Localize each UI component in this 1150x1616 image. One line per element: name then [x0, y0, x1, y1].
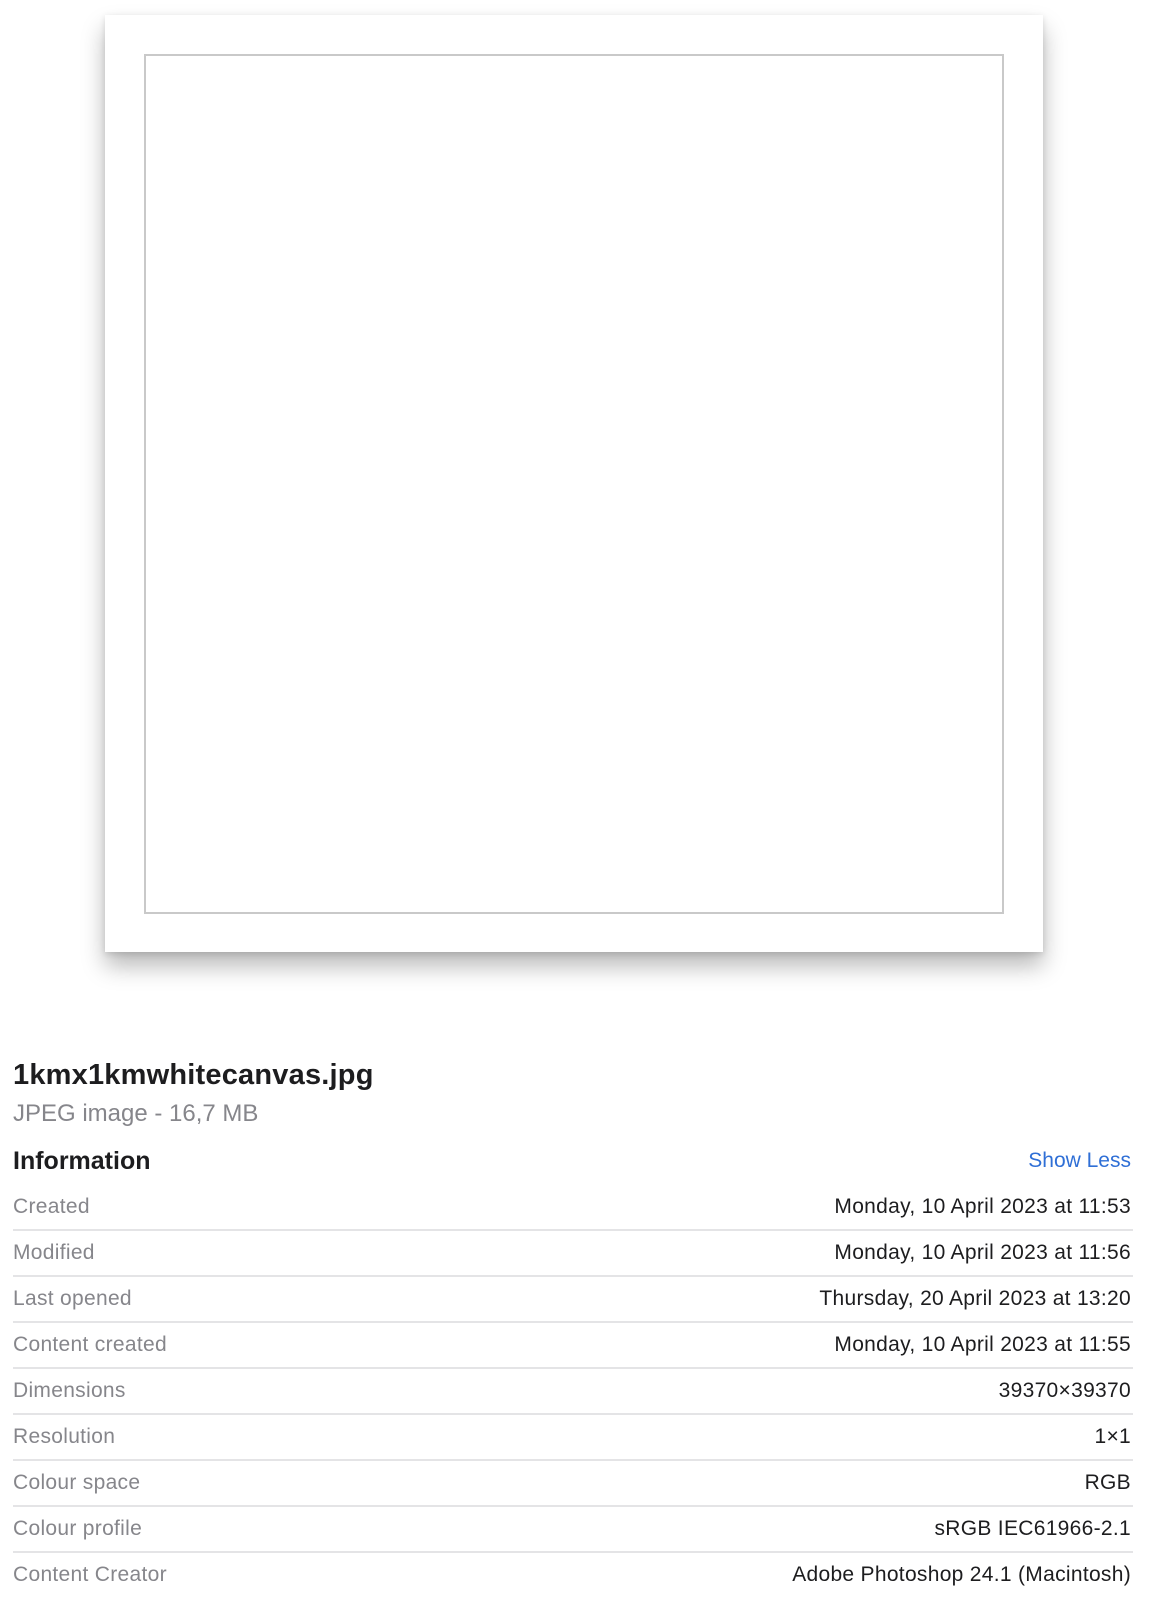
- info-row-colour-space: Colour space RGB: [13, 1461, 1133, 1507]
- info-label: Dimensions: [13, 1379, 126, 1402]
- info-row-modified: Modified Monday, 10 April 2023 at 11:56: [13, 1231, 1133, 1277]
- information-title: Information: [13, 1146, 151, 1175]
- info-value: Thursday, 20 April 2023 at 13:20: [819, 1287, 1131, 1310]
- info-label: Created: [13, 1195, 90, 1218]
- info-value: RGB: [1084, 1471, 1131, 1494]
- info-row-last-opened: Last opened Thursday, 20 April 2023 at 1…: [13, 1277, 1133, 1323]
- info-value: Monday, 10 April 2023 at 11:55: [834, 1333, 1131, 1356]
- info-row-content-creator: Content Creator Adobe Photoshop 24.1 (Ma…: [13, 1553, 1133, 1597]
- show-less-link[interactable]: Show Less: [1028, 1149, 1133, 1173]
- info-row-created: Created Monday, 10 April 2023 at 11:53: [13, 1185, 1133, 1231]
- info-label: Colour profile: [13, 1517, 143, 1540]
- info-label: Content created: [13, 1333, 167, 1356]
- file-name: 1kmx1kmwhitecanvas.jpg: [13, 1059, 374, 1091]
- info-label: Last opened: [13, 1287, 132, 1310]
- info-value: 39370×39370: [998, 1379, 1131, 1402]
- info-row-dimensions: Dimensions 39370×39370: [13, 1369, 1133, 1415]
- file-kind-size: JPEG image - 16,7 MB: [13, 1100, 259, 1127]
- file-preview-area: [0, 0, 1150, 1020]
- canvas-border: [144, 54, 1004, 914]
- info-value: Monday, 10 April 2023 at 11:56: [834, 1241, 1131, 1264]
- info-value: sRGB IEC61966-2.1: [934, 1517, 1131, 1540]
- info-row-resolution: Resolution 1×1: [13, 1415, 1133, 1461]
- information-list: Created Monday, 10 April 2023 at 11:53 M…: [13, 1185, 1133, 1597]
- info-value: 1×1: [1094, 1425, 1131, 1448]
- info-row-content-created: Content created Monday, 10 April 2023 at…: [13, 1323, 1133, 1369]
- info-label: Resolution: [13, 1425, 116, 1448]
- info-value: Monday, 10 April 2023 at 11:53: [834, 1195, 1131, 1218]
- information-header: Information Show Less: [13, 1142, 1133, 1180]
- info-label: Colour space: [13, 1471, 141, 1494]
- file-info-panel: 1kmx1kmwhitecanvas.jpg JPEG image - 16,7…: [13, 1056, 1133, 1597]
- info-label: Content Creator: [13, 1563, 167, 1586]
- image-thumbnail: [105, 15, 1043, 952]
- info-row-colour-profile: Colour profile sRGB IEC61966-2.1: [13, 1507, 1133, 1553]
- info-value: Adobe Photoshop 24.1 (Macintosh): [792, 1563, 1131, 1586]
- info-label: Modified: [13, 1241, 95, 1264]
